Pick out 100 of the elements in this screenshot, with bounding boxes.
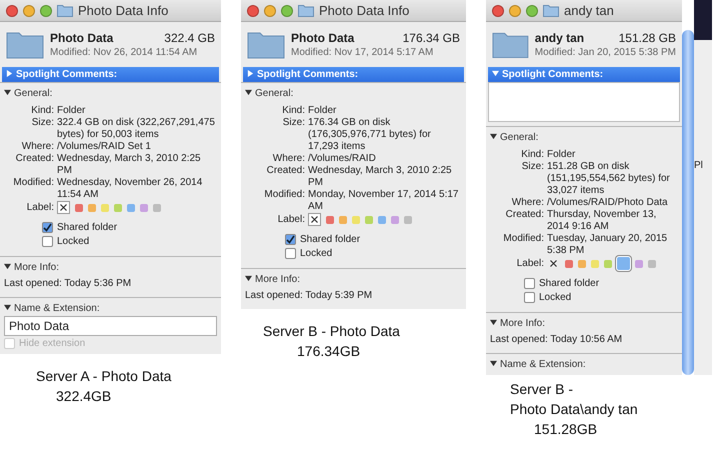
modified-date: Modified: Jan 20, 2015 5:38 PM — [534, 46, 676, 58]
property-label: Modified: — [502, 233, 544, 246]
label-swatch[interactable] — [404, 216, 412, 224]
checkbox[interactable] — [42, 222, 53, 233]
caption-text: Photo Data\andy tan — [510, 401, 638, 417]
section-header[interactable]: Name & Extension: — [490, 359, 678, 370]
collapsed-triangle-icon[interactable] — [247, 70, 254, 77]
item-size: 322.4 GB — [164, 30, 215, 44]
expanded-triangle-icon[interactable] — [490, 360, 497, 367]
checkbox[interactable] — [524, 292, 535, 303]
caption-text: Server A - Photo Data — [36, 368, 172, 384]
label-swatch[interactable] — [365, 216, 373, 224]
last-opened-text: Last opened: Today 5:39 PM — [245, 289, 374, 303]
close-icon[interactable] — [247, 4, 259, 16]
property-value: Folder — [308, 105, 338, 117]
checkbox[interactable] — [285, 234, 296, 245]
label-swatch[interactable] — [88, 204, 96, 212]
property-value: Tuesday, January 20, 2015 5:38 PM — [547, 233, 668, 257]
label-swatch[interactable] — [591, 260, 599, 268]
section-header[interactable]: More Info: — [4, 262, 217, 273]
label-swatch[interactable] — [648, 260, 656, 268]
scrollbar[interactable] — [682, 30, 694, 375]
modified-date: Modified: Nov 17, 2014 5:17 AM — [291, 46, 434, 58]
expanded-triangle-icon[interactable] — [245, 89, 252, 96]
property-label: Label: — [516, 258, 544, 270]
label-swatch[interactable] — [339, 216, 347, 224]
property-label: Created: — [504, 209, 544, 222]
spotlight-comments-header[interactable]: Spotlight Comments: — [2, 67, 219, 82]
comments-field[interactable] — [488, 82, 680, 122]
expanded-triangle-icon[interactable] — [490, 319, 497, 326]
close-icon[interactable] — [492, 4, 504, 16]
modified-date: Modified: Nov 26, 2014 11:54 AM — [50, 46, 198, 58]
item-size: 151.28 GB — [618, 30, 676, 44]
section-header[interactable]: More Info: — [490, 318, 678, 329]
property-value: /Volumes/RAID — [308, 153, 377, 165]
property-value: /Volumes/RAID/Photo Data — [547, 197, 669, 209]
property-value: 176.34 GB on disk (176,305,976,771 bytes) for 17,293 items — [308, 117, 432, 153]
section-header[interactable]: General: — [490, 132, 678, 143]
label-swatch[interactable] — [352, 216, 360, 224]
checkbox[interactable] — [42, 236, 53, 247]
name-field[interactable]: Photo Data — [4, 316, 217, 336]
section-header[interactable]: General: — [4, 88, 217, 99]
expanded-triangle-icon[interactable] — [4, 304, 11, 311]
checkbox[interactable] — [285, 248, 296, 259]
property-value: Folder — [57, 105, 86, 117]
expanded-triangle-icon[interactable] — [245, 275, 252, 282]
label-swatch[interactable] — [565, 260, 573, 268]
collapsed-triangle-icon[interactable] — [6, 70, 13, 77]
section-header[interactable]: More Info: — [245, 274, 462, 285]
close-icon[interactable] — [6, 4, 18, 16]
cross-icon — [311, 216, 318, 223]
checkbox-label: Locked — [57, 236, 90, 247]
minimize-icon[interactable] — [509, 4, 521, 16]
property-label: Kind: — [520, 149, 544, 161]
property-value: Folder — [547, 149, 576, 161]
property-label: Size: — [282, 117, 305, 130]
property-label: Where: — [272, 153, 305, 165]
label-swatch[interactable] — [617, 257, 630, 270]
zoom-icon[interactable] — [281, 4, 293, 16]
property-value: 151.28 GB on disk (151,195,554,562 bytes) for 33,027 items — [547, 161, 671, 197]
checkmark-icon — [43, 223, 52, 232]
label-swatch[interactable] — [75, 204, 83, 212]
cross-icon — [60, 204, 67, 211]
checkmark-icon — [286, 235, 295, 244]
window-title: Photo Data Info — [78, 3, 168, 18]
no-label-option[interactable] — [57, 201, 70, 214]
partial-text: Pl — [694, 160, 704, 171]
label-swatch[interactable] — [140, 204, 148, 212]
spotlight-comments-header[interactable]: Spotlight Comments: — [488, 67, 680, 82]
expanded-triangle-icon[interactable] — [4, 89, 11, 96]
last-opened-text: Last opened: Today 10:56 AM — [490, 333, 624, 347]
label-swatch[interactable] — [604, 260, 612, 268]
minimize-icon[interactable] — [264, 4, 276, 16]
label-swatch[interactable] — [326, 216, 334, 224]
expanded-triangle-icon[interactable] — [490, 133, 497, 140]
checkbox-label: Shared folder — [300, 234, 360, 245]
property-label: Label: — [26, 202, 54, 214]
label-swatch[interactable] — [635, 260, 643, 268]
checkbox-label: Locked — [539, 292, 572, 303]
section-header[interactable]: Name & Extension: — [4, 303, 217, 314]
caption-text: Server B - — [510, 381, 574, 397]
property-label: Size: — [30, 117, 54, 130]
minimize-icon[interactable] — [23, 4, 35, 16]
expanded-triangle-icon[interactable] — [4, 263, 11, 270]
no-label-option[interactable] — [308, 213, 321, 226]
zoom-icon[interactable] — [526, 4, 538, 16]
label-swatch[interactable] — [391, 216, 399, 224]
checkbox[interactable] — [524, 278, 535, 289]
section-header[interactable]: General: — [245, 88, 462, 99]
cross-icon — [550, 260, 557, 267]
label-swatch[interactable] — [114, 204, 122, 212]
label-swatch[interactable] — [127, 204, 135, 212]
window-title: Photo Data Info — [319, 3, 410, 18]
folder-icon — [298, 4, 314, 17]
spotlight-comments-header[interactable]: Spotlight Comments: — [243, 67, 464, 82]
zoom-icon[interactable] — [40, 4, 52, 16]
label-swatch[interactable] — [578, 260, 586, 268]
label-swatch[interactable] — [378, 216, 386, 224]
label-swatch[interactable] — [153, 204, 161, 212]
label-swatch[interactable] — [101, 204, 109, 212]
